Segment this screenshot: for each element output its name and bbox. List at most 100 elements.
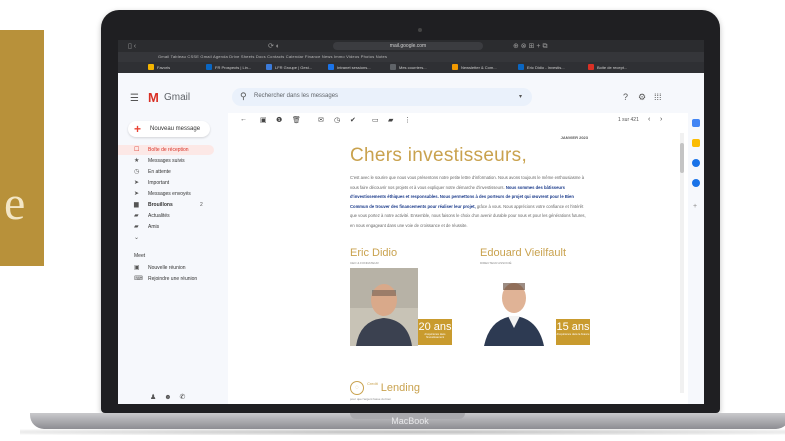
browser-tab[interactable]: FR Prospects | Lin... <box>206 64 251 71</box>
sidebar-item-more[interactable]: ⌄ <box>118 233 218 243</box>
sidebar-item-brouillons[interactable]: ▆ Brouillons 2 <box>118 200 218 210</box>
scrollbar-thumb[interactable] <box>680 143 684 173</box>
tabs-row: Favoris FR Prospects | Lin... LFR Groupe |… <box>118 62 704 73</box>
person-2-years-badge: 15 ans d'expérience dans la finance <box>556 319 590 345</box>
reload-icon[interactable]: ⟳ ◐ <box>268 42 280 50</box>
sidebar-item-amis[interactable]: ▰ Amis <box>118 222 218 232</box>
sidebar-item-label: Brouillons <box>148 202 173 208</box>
tab-favicon-icon <box>328 64 334 70</box>
move-icon[interactable]: ▭ <box>372 116 379 124</box>
tab-favicon-icon <box>390 64 396 70</box>
sidebar-toggle-icon[interactable]: ▯ ‹ <box>128 42 136 50</box>
newsletter-body: C'est avec le sourire que nous vous prés… <box>350 173 590 230</box>
tab-label: Eric Didio - Investis... <box>527 65 565 70</box>
send-icon: ➤ <box>134 191 140 197</box>
compose-label: Nouveau message <box>150 126 201 132</box>
address-bar[interactable]: mail.google.com <box>333 42 483 50</box>
person-1-photo <box>350 268 418 346</box>
laptop-screen: ▯ ‹ ⟳ ◐ mail.google.com ⊕ ⊗ ⊞ + ⧉ Gmail … <box>118 40 704 404</box>
mark-unread-icon[interactable]: ✉ <box>318 116 324 124</box>
gold-decor-panel: e <box>0 30 44 266</box>
gmail-logo[interactable]: M <box>148 90 159 105</box>
menu-icon[interactable]: ☰ <box>130 93 139 104</box>
person-1-role: CEO & FONDATEUR <box>350 261 379 265</box>
add-addon-icon[interactable]: + <box>693 203 697 210</box>
tab-favicon-icon <box>148 64 154 70</box>
search-icon[interactable]: ⚲ <box>240 91 247 102</box>
toolbar-actions-icon[interactable]: ⊕ ⊗ ⊞ + ⧉ <box>513 42 547 51</box>
browser-toolbar: ▯ ‹ ⟳ ◐ mail.google.com ⊕ ⊗ ⊞ + ⧉ <box>118 40 704 52</box>
person-2-photo <box>480 268 548 346</box>
browser-tab[interactable]: Mes courriers... <box>390 64 427 71</box>
message-toolbar: ← ▣ ❶ 🗑 ✉ ◷ ✔ ▭ ▰ ⋮ 1 sur 421 ‹ › <box>228 113 688 129</box>
contacts-icon[interactable] <box>692 179 700 187</box>
more-options-icon[interactable]: ⋮ <box>404 116 411 124</box>
draft-icon: ▆ <box>134 202 139 208</box>
search-input[interactable]: Rechercher dans les messages <box>254 93 338 99</box>
trash-icon[interactable]: 🗑 <box>292 116 301 124</box>
label-icon[interactable]: ▰ <box>388 116 393 124</box>
sidebar-bottom-icons[interactable]: ♟☻✆ <box>150 393 194 401</box>
search-options-icon[interactable]: ▾ <box>519 93 522 100</box>
person-2-years-caption: d'expérience dans la finance <box>556 333 590 336</box>
tab-label: Boite de recept... <box>597 65 628 70</box>
browser-tab[interactable]: Favoris <box>148 64 170 71</box>
sidebar-item-label: Boîte de réception <box>148 147 189 153</box>
sidebar-item-label: Important <box>148 180 170 186</box>
sidebar-item-messages-envoy-s[interactable]: ➤ Messages envoyés <box>118 189 218 199</box>
logo-small-text: Credit <box>367 381 378 386</box>
apps-grid-icon[interactable]: ⁞⁞⁞ <box>654 92 662 102</box>
newsletter-date: JANVIER 2023 <box>560 135 588 140</box>
keyboard-icon: ⌨ <box>134 276 143 282</box>
gmail-brand[interactable]: Gmail <box>164 92 190 103</box>
tab-favicon-icon <box>206 64 212 70</box>
meet-item-rejoindre-une-r-union[interactable]: ⌨ Rejoindre une réunion <box>118 274 218 284</box>
archive-icon[interactable]: ▣ <box>260 116 267 124</box>
more-icon: ⌄ <box>134 235 140 241</box>
back-icon[interactable]: ← <box>240 116 247 123</box>
browser-tab[interactable]: LFR Groupe | Gest... <box>266 64 312 71</box>
compose-button[interactable]: + Nouveau message <box>128 121 210 137</box>
report-icon[interactable]: ❶ <box>276 116 282 124</box>
tab-label: LFR Groupe | Gest... <box>275 65 313 70</box>
help-icon[interactable]: ? <box>623 92 628 102</box>
sidebar-item-en-attente[interactable]: ◷ En attente <box>118 167 218 177</box>
browser-tab[interactable]: Boite de recept... <box>588 64 627 71</box>
next-icon[interactable]: › <box>660 116 662 123</box>
person-1-portrait <box>350 268 418 346</box>
sidebar-item-messages-suivis[interactable]: ★ Messages suivis <box>118 156 218 166</box>
sidebar-item-actualit-s[interactable]: ▰ Actualités <box>118 211 218 221</box>
prev-icon[interactable]: ‹ <box>648 116 650 123</box>
laptop-brand: MacBook <box>391 416 429 426</box>
add-task-icon[interactable]: ✔ <box>350 116 356 124</box>
browser-tab[interactable]: Eric Didio - Investis... <box>518 64 565 71</box>
important-icon: ➤ <box>134 180 140 186</box>
tab-favicon-icon <box>452 64 458 70</box>
laptop-shadow <box>20 429 785 435</box>
sidebar-item-label: En attente <box>148 169 171 175</box>
search-bar[interactable]: ⚲ Rechercher dans les messages ▾ <box>232 88 532 106</box>
clock-icon: ◷ <box>134 169 140 175</box>
person-2-name: Edouard Vieilfault <box>480 247 567 259</box>
tasks-icon[interactable] <box>692 159 700 167</box>
tab-label: Intranet sessions... <box>337 65 371 70</box>
snooze-icon[interactable]: ◷ <box>334 116 340 124</box>
sidebar: + Nouveau message ☐ Boîte de réception ★ Me… <box>118 113 228 404</box>
label-icon: ▰ <box>134 213 139 219</box>
person-2-role: DIRECTEUR ASSOCIÉ <box>480 261 512 265</box>
browser-tab[interactable]: Intranet sessions... <box>328 64 371 71</box>
sidebar-item-bo-te-de-r-ception[interactable]: ☐ Boîte de réception <box>118 145 214 155</box>
logo-mark-icon: ◌ <box>350 381 364 395</box>
lending-logo: ◌ Credit Lending <box>350 381 420 395</box>
bookmarks-list[interactable]: Gmail Tableau CSSE Gmail Agenda Drive Sh… <box>158 54 387 59</box>
browser-tab[interactable]: Newsletter & Com... <box>452 64 497 71</box>
keep-icon[interactable] <box>692 139 700 147</box>
newsletter-title: Chers investisseurs, <box>350 145 528 166</box>
plus-icon: + <box>134 122 142 136</box>
meet-item-nouvelle-r-union[interactable]: ▣ Nouvelle réunion <box>118 263 218 273</box>
sidebar-item-important[interactable]: ➤ Important <box>118 178 218 188</box>
person-1-years-badge: 20 ans d'expérience dans l'investissemen… <box>418 319 452 345</box>
calendar-icon[interactable] <box>692 119 700 127</box>
gear-icon[interactable]: ⚙ <box>638 92 646 103</box>
person-2-portrait <box>480 268 548 346</box>
